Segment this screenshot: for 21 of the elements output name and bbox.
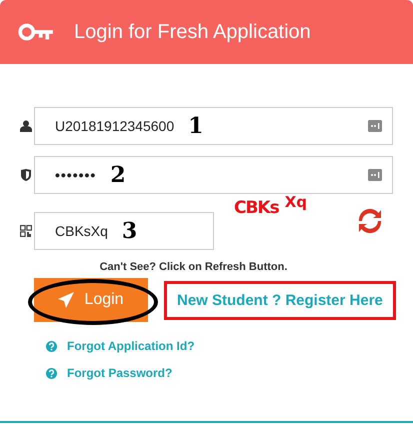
refresh-icon[interactable] [358,208,382,234]
annotation-number: 3 [122,218,138,244]
forgot-link[interactable]: Forgot Password? [67,366,172,380]
help-icon [46,340,57,352]
forgot-link[interactable]: Forgot Application Id? [67,339,195,353]
annotation-number: 2 [110,162,126,188]
autofill-icon[interactable] [368,120,382,132]
captcha-field[interactable]: CBKsXq 3 [34,212,214,250]
captcha-image: CBKs $^{Xq}$ [234,198,308,218]
input-field[interactable]: ••••••• 2 [34,156,393,194]
hint-text: Can't See? Click on Refresh Button. [98,261,288,273]
user-icon [18,120,34,132]
register-link[interactable]: New Student ? Register Here [164,280,396,320]
autofill-icon[interactable] [368,169,382,181]
annotation-number: 1 [188,113,204,139]
shield-icon [18,169,34,181]
send-icon [58,292,74,308]
qr-code-icon [18,225,34,237]
header-title: Login for Fresh Application [74,20,311,44]
input-field[interactable]: U20181912345600 1 [34,107,393,145]
help-icon [46,368,57,378]
